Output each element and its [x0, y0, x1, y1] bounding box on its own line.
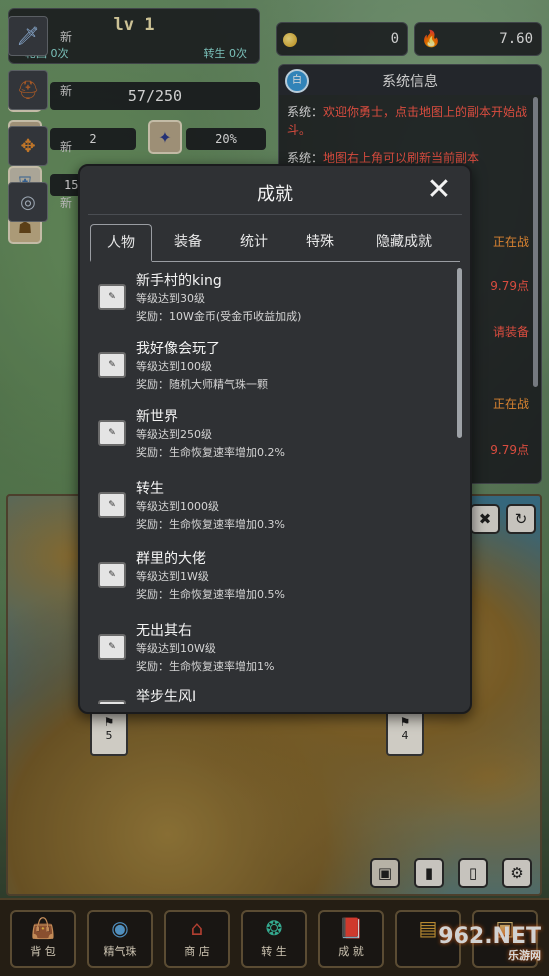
amulet-slot-icon[interactable]: ✥ [8, 126, 48, 166]
flag-icon: ⚑ [399, 715, 411, 729]
tab-statistics[interactable]: 统计 [228, 224, 280, 262]
system-message-1: 系统：欢迎你勇士，点击地图上的副本开始战斗。 [287, 105, 528, 137]
achievement-badge-icon: ✎ [98, 352, 126, 378]
achievement-scrollbar[interactable] [457, 268, 462, 438]
coin-icon [283, 33, 297, 47]
tab-special[interactable]: 特殊 [294, 224, 346, 262]
system-info-scrollbar[interactable] [533, 97, 538, 387]
list-item[interactable]: ✎ 群里的大佬 等级达到1W级 奖励：生命恢复速率增加0.5% [94, 548, 444, 618]
system-line-3: 请装备 [492, 325, 529, 339]
flag-icon: ⚑ [103, 715, 115, 729]
settings-gear-icon[interactable]: ⚙ [502, 858, 532, 888]
system-line-5: 9.79点 [490, 443, 529, 457]
list-item[interactable]: ✎ 无出其右 等级达到10W级 奖励：生命恢复速率增加1% [94, 620, 444, 690]
achievement-list[interactable]: ✎ 新手村的king 等级达到30级 奖励：10W金币(受金币收益加成) ✎ 我… [94, 270, 454, 704]
crit-icon: ✦ [148, 120, 182, 154]
sword-slot-icon[interactable]: 🗡 [8, 16, 48, 56]
achievement-badge-icon: ✎ [98, 634, 126, 660]
nav-achievement-button[interactable]: 📕 成 就 [318, 910, 384, 968]
nav-shop-button[interactable]: ⌂ 商 店 [164, 910, 230, 968]
list-item[interactable]: ✎ 举步生风I [94, 686, 444, 704]
zhuansheng-count: 转生 0次 [203, 47, 248, 60]
ring-slot-icon[interactable]: ◎ [8, 182, 48, 222]
achievement-badge-icon: ✎ [98, 700, 126, 704]
list-item[interactable]: ✎ 新世界 等级达到250级 奖励：生命恢复速率增加0.2% [94, 406, 444, 476]
refresh-icon[interactable]: ↻ [506, 504, 536, 534]
tab-character[interactable]: 人物 [90, 224, 152, 262]
equip-label-3: 新 [60, 140, 73, 154]
nav-rebirth-button[interactable]: ❂ 转 生 [241, 910, 307, 968]
gold-panel: 0 [276, 22, 408, 56]
equip-label-4: 新 [60, 196, 73, 210]
achievement-badge-icon: ✎ [98, 562, 126, 588]
bookmark-icon[interactable]: ▯ [458, 858, 488, 888]
helmet-slot-icon[interactable]: ⛑ [8, 70, 48, 110]
bag-icon: 👜 [30, 916, 56, 940]
gold-value: 0 [390, 31, 399, 47]
close-icon[interactable]: ✕ [424, 175, 454, 206]
nav-orb-button[interactable]: ◉ 精气珠 [87, 910, 153, 968]
title-divider [88, 214, 462, 215]
equip-label-1: 新 [60, 30, 73, 44]
achievement-tabs: 人物 装备 统计 特殊 隐藏成就 [90, 224, 460, 262]
fire-panel: 🔥 7.60 [414, 22, 542, 56]
orb-icon: ◉ [111, 916, 129, 940]
shop-icon: ⌂ [190, 916, 204, 940]
watermark-logo: 962.NET 乐游网 [438, 924, 541, 962]
system-info-title: 系统信息 [382, 74, 438, 90]
battle-toggle-icon[interactable]: ✖ [470, 504, 500, 534]
map-stage-4[interactable]: ⚑ 4 [386, 710, 424, 756]
achievement-badge-icon: ✎ [98, 492, 126, 518]
fire-value: 7.60 [499, 31, 533, 47]
dialog-title: 成就 [257, 184, 293, 205]
system-line-2: 9.79点 [490, 279, 529, 293]
rebirth-icon: ❂ [265, 916, 283, 940]
achievement-icon: 📕 [338, 916, 364, 940]
crit-value: 20% [186, 128, 266, 150]
tab-hidden-achievements[interactable]: 隐藏成就 [358, 224, 450, 262]
equip-label-2: 新 [60, 84, 73, 98]
fire-icon: 🔥 [421, 29, 441, 48]
achievement-badge-icon: ✎ [98, 420, 126, 446]
stats-chart-icon[interactable]: ▮ [414, 858, 444, 888]
achievement-dialog: 成就 ✕ 人物 装备 统计 特殊 隐藏成就 ✎ 新手村的king 等级达到30级… [78, 164, 472, 714]
system-line-1: 正在战 [492, 235, 529, 249]
achievement-badge-icon: ✎ [98, 284, 126, 310]
system-info-header: 白 系统信息 [279, 65, 541, 95]
map-stage-5[interactable]: ⚑ 5 [90, 710, 128, 756]
tab-equipment[interactable]: 装备 [162, 224, 214, 262]
list-item[interactable]: ✎ 转生 等级达到1000级 奖励：生命恢复速率增加0.3% [94, 478, 444, 548]
list-item[interactable]: ✎ 我好像会玩了 等级达到100级 奖励：随机大师精气珠一颗 [94, 338, 444, 408]
portrait-icon[interactable]: ▣ [370, 858, 400, 888]
system-line-4: 正在战 [492, 397, 529, 411]
hp-value: 57/250 [50, 82, 260, 110]
nav-bag-button[interactable]: 👜 背 包 [10, 910, 76, 968]
list-item[interactable]: ✎ 新手村的king 等级达到30级 奖励：10W金币(受金币收益加成) [94, 270, 444, 340]
